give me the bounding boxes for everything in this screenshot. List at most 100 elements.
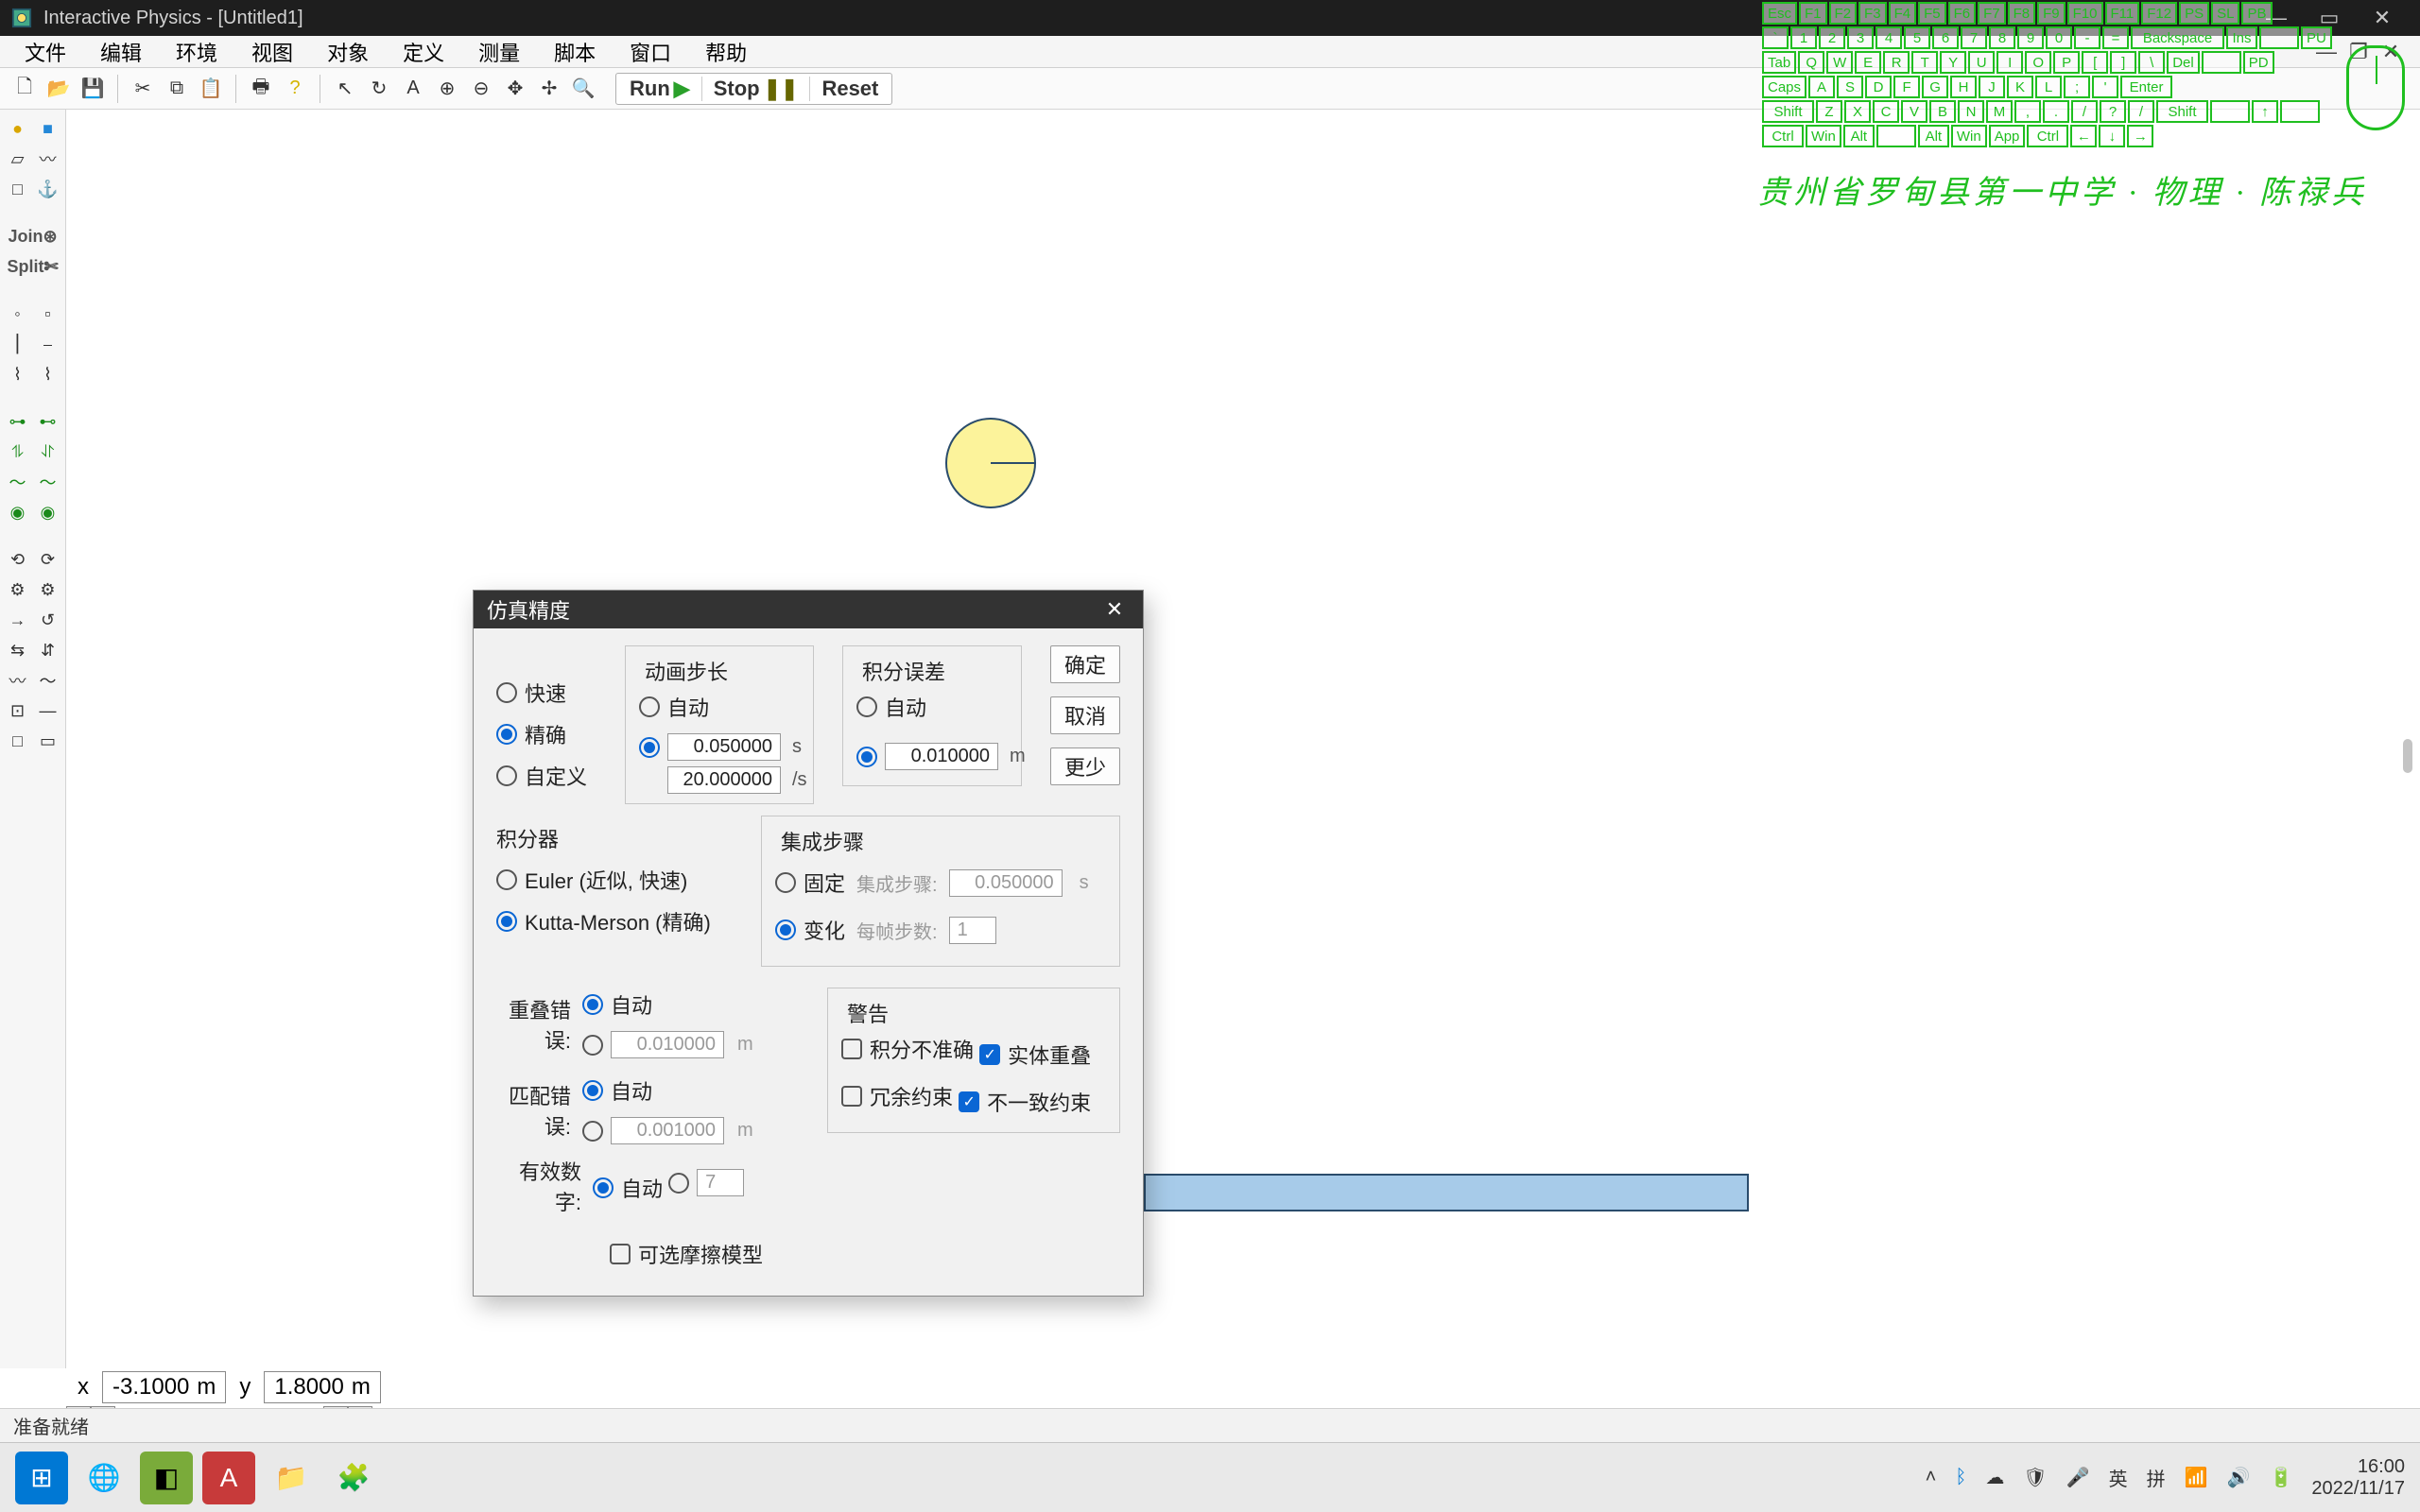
motor-icon[interactable]: ⟲	[5, 546, 31, 573]
radio-interr-auto[interactable]: 自动	[856, 692, 926, 722]
print-icon[interactable]: 🖶	[246, 74, 276, 104]
stop-button[interactable]: Stop❚❚	[704, 73, 808, 105]
tray-ime-lang[interactable]: 英	[2109, 1464, 2128, 1491]
menu-script[interactable]: 脚本	[546, 33, 603, 71]
copy-icon[interactable]: ⧉	[162, 74, 192, 104]
square-point-icon[interactable]: ▫	[35, 301, 61, 327]
pulley-icon[interactable]: ◉	[5, 499, 31, 525]
gear-icon[interactable]: ⚙	[5, 576, 31, 603]
check-overlap[interactable]: ✓实体重叠	[979, 1040, 1091, 1070]
tray-wifi-icon[interactable]: 📶	[2185, 1466, 2208, 1489]
link-icon[interactable]: ⊶	[5, 408, 31, 435]
start-button[interactable]: ⊞	[15, 1452, 68, 1504]
help-icon[interactable]: ?	[280, 74, 310, 104]
radio-custom[interactable]: 自定义	[496, 761, 587, 791]
motor2-icon[interactable]: ⟳	[35, 546, 61, 573]
int-error-value[interactable]: 0.010000	[885, 743, 998, 770]
menu-file[interactable]: 文件	[17, 33, 74, 71]
anim-rate-value[interactable]: 20.000000	[667, 766, 781, 794]
dialog-close-icon[interactable]: ✕	[1099, 597, 1130, 622]
edge-icon[interactable]: 🌐	[78, 1452, 130, 1504]
tray-onedrive-icon[interactable]: ☁	[1985, 1466, 2004, 1489]
reset-button[interactable]: Reset	[812, 73, 888, 105]
zoom-fit-icon[interactable]: 🔍	[568, 74, 598, 104]
save-icon[interactable]: 💾	[78, 74, 108, 104]
damper2-icon[interactable]: ⥯	[35, 438, 61, 465]
text-icon[interactable]: A	[398, 74, 428, 104]
tray-bluetooth-icon[interactable]: ᛒ	[1955, 1467, 1966, 1488]
menu-define[interactable]: 定义	[395, 33, 452, 71]
radio-sigdig-manual[interactable]: 7	[668, 1169, 744, 1196]
menu-edit[interactable]: 编辑	[93, 33, 149, 71]
radio-anim-manual[interactable]: 0.050000s	[639, 733, 802, 761]
new-icon[interactable]: 🗋	[9, 74, 40, 104]
radio-overlap-manual[interactable]: 0.010000m	[582, 1031, 753, 1058]
radio-fast[interactable]: 快速	[496, 678, 566, 708]
app2-icon[interactable]: A	[202, 1452, 255, 1504]
tray-ime-mode[interactable]: 拼	[2147, 1464, 2166, 1491]
pointer-icon[interactable]: ↖	[330, 74, 360, 104]
split-button[interactable]: Split✄	[5, 253, 61, 280]
menu-help[interactable]: 帮助	[698, 33, 754, 71]
check-friction-opt[interactable]: 可选摩擦模型	[610, 1239, 763, 1269]
radio-assembly-fixed[interactable]: 固定	[775, 868, 845, 898]
circle-object[interactable]	[945, 418, 1036, 508]
anchor-tool-icon[interactable]: □	[5, 176, 31, 202]
rotate-icon[interactable]: ↻	[364, 74, 394, 104]
gear2-icon[interactable]: ⚙	[35, 576, 61, 603]
graph-icon[interactable]: 〰	[5, 667, 31, 694]
tray-security-icon[interactable]: 🛡	[2023, 1466, 2047, 1489]
radio-anim-auto[interactable]: 自动	[639, 692, 709, 722]
zoom-out-icon[interactable]: ⊖	[466, 74, 496, 104]
actuator-icon[interactable]: ⇆	[5, 637, 31, 663]
rectangle-object[interactable]	[1144, 1174, 1749, 1211]
app3-icon[interactable]: 🧩	[327, 1452, 380, 1504]
tray-chevron-up-icon[interactable]: ˄	[1926, 1467, 1937, 1488]
cancel-button[interactable]: 取消	[1050, 696, 1120, 734]
run-button[interactable]: Run▶	[620, 73, 700, 105]
torque-icon[interactable]: ↺	[35, 607, 61, 633]
circle-tool-icon[interactable]: ●	[5, 115, 31, 142]
radio-match-manual[interactable]: 0.001000m	[582, 1117, 753, 1144]
join-button[interactable]: Join⊛	[5, 223, 61, 249]
radio-accurate[interactable]: 精确	[496, 719, 566, 749]
spring2-icon[interactable]: ⌇	[35, 361, 61, 387]
meter-icon[interactable]: ⊡	[5, 697, 31, 724]
menu-object[interactable]: 对象	[320, 33, 376, 71]
simulation-canvas[interactable]: ➤	[66, 110, 2420, 1368]
anim-step-value[interactable]: 0.050000	[667, 733, 781, 761]
square-tool-icon[interactable]: ■	[35, 115, 61, 142]
move-icon[interactable]: ✢	[534, 74, 564, 104]
link2-icon[interactable]: ⊷	[35, 408, 61, 435]
tray-mic-icon[interactable]: 🎤	[2066, 1466, 2090, 1489]
less-button[interactable]: 更少	[1050, 747, 1120, 785]
rope-icon[interactable]: 〜	[5, 469, 31, 495]
curve-tool-icon[interactable]: 〰	[35, 146, 61, 172]
menu-window[interactable]: 窗口	[622, 33, 679, 71]
app1-icon[interactable]: ◧	[140, 1452, 193, 1504]
damper-icon[interactable]: ⥮	[5, 438, 31, 465]
menu-measure[interactable]: 测量	[471, 33, 527, 71]
spring-icon[interactable]: ⌇	[5, 361, 31, 387]
meter2-icon[interactable]: —	[35, 697, 61, 724]
menu-world[interactable]: 环境	[168, 33, 225, 71]
output-icon[interactable]: □	[5, 728, 31, 754]
zoom-in-icon[interactable]: ⊕	[432, 74, 462, 104]
check-inaccurate[interactable]: 积分不准确	[841, 1034, 974, 1064]
vertical-scrollbar[interactable]	[2403, 739, 2412, 773]
check-inconsistent[interactable]: ✓不一致约束	[959, 1087, 1091, 1117]
radio-match-auto[interactable]: 自动	[582, 1075, 652, 1106]
radio-assembly-variable[interactable]: 变化	[775, 915, 845, 945]
explorer-icon[interactable]: 📁	[265, 1452, 318, 1504]
check-redundant[interactable]: 冗余约束	[841, 1081, 953, 1111]
graph2-icon[interactable]: 〜	[35, 667, 61, 694]
menu-view[interactable]: 视图	[244, 33, 301, 71]
vslot-icon[interactable]: ⎮	[5, 331, 31, 357]
pulley2-icon[interactable]: ◉	[35, 499, 61, 525]
ok-button[interactable]: 确定	[1050, 645, 1120, 683]
radio-sigdig-auto[interactable]: 自动	[593, 1173, 663, 1203]
hslot-icon[interactable]: ⎯	[35, 331, 61, 357]
open-icon[interactable]: 📂	[43, 74, 74, 104]
pin-tool-icon[interactable]: ⚓	[35, 176, 61, 202]
pan-icon[interactable]: ✥	[500, 74, 530, 104]
